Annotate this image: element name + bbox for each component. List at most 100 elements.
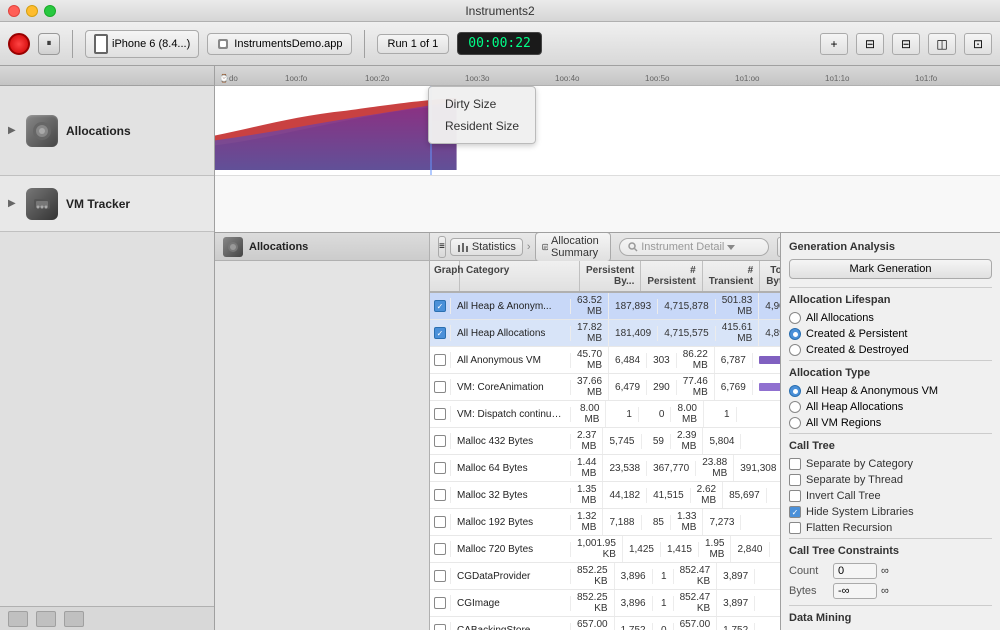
chart-popup: Dirty Size Resident Size [428,86,536,144]
td-total: 1 [704,407,737,422]
sidebar-bottom-btn-1[interactable] [8,611,28,627]
popup-resident-size[interactable]: Resident Size [445,115,519,137]
td-checkbox[interactable] [434,462,446,474]
td-transient: 290 [647,380,677,395]
td-total: 3,897 [717,569,755,584]
call-tree-option-0[interactable]: Separate by Category [789,458,992,470]
toolbar-btn-2[interactable]: ⊟ [892,33,920,55]
type-option-1[interactable]: All Heap Allocations [789,401,992,413]
td-persistent: 8.00 MB [571,401,606,427]
toolbar-btn-1[interactable]: ⊟ [856,33,884,55]
table-row[interactable]: Malloc 720 Bytes 1,001.95 KB 1,425 1,415… [430,536,780,563]
toolbar: ⏸ iPhone 6 (8.4...) InstrumentsDemo.app … [0,22,1000,66]
td-graph [430,460,451,476]
constraints-section: Count ∞ Bytes ∞ [789,563,992,599]
constraint-input[interactable] [833,563,877,579]
constraint-inf: ∞ [881,565,889,577]
table-row[interactable]: Malloc 32 Bytes 1.35 MB 44,182 41,515 2.… [430,482,780,509]
td-checkbox[interactable] [434,435,446,447]
device-selector[interactable]: iPhone 6 (8.4...) [85,30,199,58]
run-selector[interactable]: Run 1 of 1 [377,34,450,54]
search-dropdown-icon [727,243,735,251]
table-row[interactable]: VM: Dispatch continuations 8.00 MB 1 0 8… [430,401,780,428]
lifespan-option-2[interactable]: Created & Destroyed [789,344,992,356]
table-row[interactable]: CABackingStore 657.00 KB 1,752 0 657.00 … [430,617,780,630]
td-category: CGImage [451,596,571,611]
close-button[interactable] [8,5,20,17]
toolbar-btn-3[interactable]: ◫ [928,33,956,55]
popup-dirty-size[interactable]: Dirty Size [445,93,519,115]
call-tree-option-3[interactable]: ✓ Hide System Libraries [789,506,992,518]
td-checkbox[interactable] [434,543,446,555]
nav-icon-btn[interactable]: ≡ [438,236,446,258]
td-num-persistent: 6,484 [609,353,647,368]
toolbar-btn-4[interactable]: ⊡ [964,33,992,55]
td-category: Malloc 192 Bytes [451,515,571,530]
td-total: 4,903,771 [759,299,780,314]
vm-tracker-instrument-row[interactable]: ▶ VM Tracker [0,176,214,232]
table-row[interactable]: Malloc 432 Bytes 2.37 MB 5,745 59 2.39 M… [430,428,780,455]
pause-button[interactable]: ⏸ [38,33,60,55]
vm-chart-svg [215,176,1000,232]
app-selector[interactable]: InstrumentsDemo.app [207,33,351,55]
ruler-tick-0: ⌚do [219,74,238,83]
td-total-bytes: 852.47 KB [674,590,718,616]
expand-arrow-allocations: ▶ [8,125,18,136]
table-row[interactable]: Malloc 192 Bytes 1.32 MB 7,188 85 1.33 M… [430,509,780,536]
td-checkbox[interactable]: ✓ [434,327,446,339]
table-row[interactable]: All Anonymous VM 45.70 MB 6,484 303 86.2… [430,347,780,374]
allocations-instrument-row[interactable]: ▶ Allocations [0,86,214,176]
checkbox-box [789,474,801,486]
table-row[interactable]: VM: CoreAnimation 37.66 MB 6,479 290 77.… [430,374,780,401]
call-tree-option-4[interactable]: Flatten Recursion [789,522,992,534]
analysis-main: ≡ Statistics › Allocation Summary Instru… [430,233,780,630]
analysis-sidebar-content [215,261,429,630]
radio-label: All VM Regions [806,417,881,429]
td-checkbox[interactable] [434,381,446,393]
radio-circle [789,328,801,340]
td-checkbox[interactable] [434,354,446,366]
alloc-summary-nav-btn[interactable]: Allocation Summary [535,233,612,262]
allocations-icon [26,115,58,147]
table-row[interactable]: Malloc 64 Bytes 1.44 MB 23,538 367,770 2… [430,455,780,482]
td-category: All Heap Allocations [451,326,571,341]
td-checkbox[interactable] [434,489,446,501]
lifespan-option-1[interactable]: Created & Persistent [789,328,992,340]
table-row[interactable]: ✓ All Heap & Anonym... 63.52 MB 187,893 … [430,293,780,320]
td-num-persistent: 187,893 [609,299,658,314]
maximize-button[interactable] [44,5,56,17]
td-checkbox[interactable] [434,624,446,630]
type-option-0[interactable]: All Heap & Anonymous VM [789,385,992,397]
record-button[interactable] [8,33,30,55]
td-checkbox[interactable]: ✓ [434,300,446,312]
td-category: CABackingStore [451,623,571,630]
table-row[interactable]: CGDataProvider 852.25 KB 3,896 1 852.47 … [430,563,780,590]
sidebar-bottom-btn-2[interactable] [36,611,56,627]
instrument-detail-search[interactable]: Instrument Detail [619,238,769,256]
constraint-label: Bytes [789,585,829,597]
mark-generation-button[interactable]: Mark Generation [789,259,992,279]
sidebar-bottom-btn-3[interactable] [64,611,84,627]
td-transient: 0 [639,407,672,422]
td-category: Malloc 432 Bytes [451,434,571,449]
add-instrument-button[interactable]: + [820,33,848,55]
td-checkbox[interactable] [434,516,446,528]
td-transient-total [755,574,780,578]
table-row[interactable]: ✓ All Heap Allocations 17.82 MB 181,409 … [430,320,780,347]
td-checkbox[interactable] [434,597,446,609]
table-row[interactable]: CGImage 852.25 KB 3,896 1 852.47 KB 3,89… [430,590,780,617]
radio-circle [789,385,801,397]
radio-label: Created & Destroyed [806,344,909,356]
td-checkbox[interactable] [434,570,446,582]
lifespan-option-0[interactable]: All Allocations [789,312,992,324]
type-option-2[interactable]: All VM Regions [789,417,992,429]
radio-circle [789,401,801,413]
td-checkbox[interactable] [434,408,446,420]
td-graph [430,352,451,368]
constraint-input[interactable] [833,583,877,599]
minimize-button[interactable] [26,5,38,17]
call-tree-option-1[interactable]: Separate by Thread [789,474,992,486]
statistics-nav-btn[interactable]: Statistics [450,238,523,256]
call-tree-option-2[interactable]: Invert Call Tree [789,490,992,502]
td-transient-total [767,493,780,497]
